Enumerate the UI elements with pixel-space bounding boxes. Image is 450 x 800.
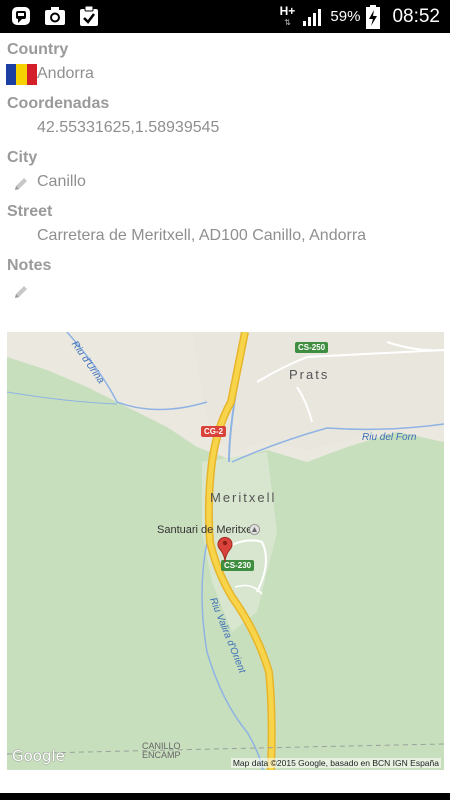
clock: 08:52 xyxy=(392,5,440,27)
street-value: Carretera de Meritxell, AD100 Canillo, A… xyxy=(37,227,367,244)
map-poi-santuari: Santuari de Meritxell xyxy=(157,524,258,536)
city-label: City xyxy=(7,149,38,166)
notes-label: Notes xyxy=(7,257,52,274)
camera-icon xyxy=(45,7,65,25)
battery-charging-icon xyxy=(366,4,381,29)
map-view[interactable]: CS-250 CG-2 CS-230 Prats Meritxell Santu… xyxy=(7,332,444,770)
bbm-icon xyxy=(12,7,30,25)
street-label: Street xyxy=(7,203,53,220)
location-marker-icon[interactable] xyxy=(216,535,234,563)
city-edit-icon[interactable] xyxy=(12,175,30,193)
road-badge-cg2: CG-2 xyxy=(201,426,227,437)
navigation-bar xyxy=(0,793,450,800)
battery-percent: 59% xyxy=(330,8,361,25)
clipboard-check-icon xyxy=(80,5,98,26)
country-value: Andorra xyxy=(37,65,94,82)
city-value[interactable]: Canillo xyxy=(37,173,86,191)
google-logo: Google xyxy=(12,747,65,765)
network-type: H+ ⇅ xyxy=(279,3,296,27)
map-river-forn: Riu del Forn xyxy=(362,432,417,443)
notes-edit-icon[interactable] xyxy=(12,283,30,301)
country-label: Country xyxy=(7,41,69,58)
coordinates-label: Coordenadas xyxy=(7,95,110,112)
map-town-canillo-encamp: CANILLO ENCAMP xyxy=(142,741,181,760)
map-attribution: Map data ©2015 Google, basado en BCN IGN… xyxy=(230,758,441,768)
map-place-meritxell: Meritxell xyxy=(210,490,277,505)
coordinates-value: 42.55331625,1.58939545 xyxy=(37,119,220,136)
poi-church-icon xyxy=(249,524,260,535)
status-bar: H+ ⇅ 59% 08:52 xyxy=(0,0,450,33)
andorra-flag-icon xyxy=(6,64,37,85)
signal-icon xyxy=(303,8,322,26)
map-place-prats: Prats xyxy=(289,367,330,382)
road-badge-cs250: CS-250 xyxy=(295,342,329,353)
